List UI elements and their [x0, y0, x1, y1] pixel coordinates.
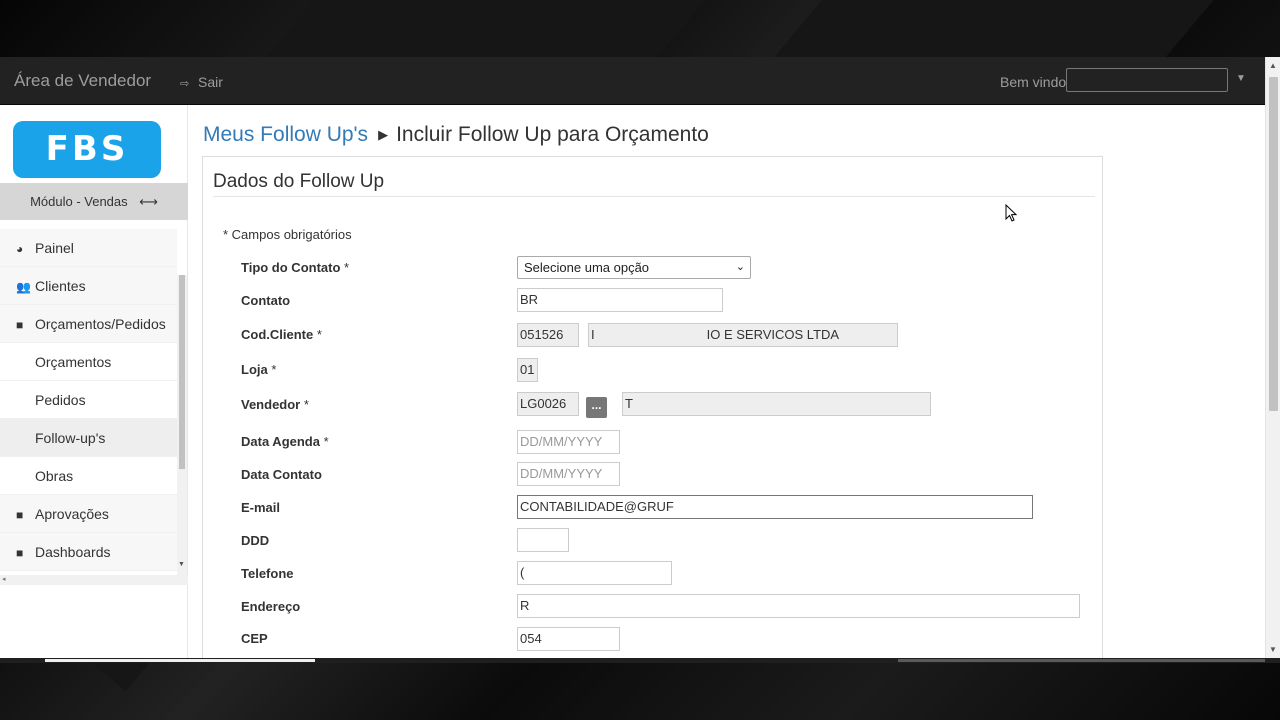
sidebar-item-clientes[interactable]: 👥 Clientes: [0, 267, 177, 305]
sidebar-item-label: Obras: [35, 468, 74, 484]
loja-label: Loja *: [241, 362, 276, 377]
fbs-logo: FBS: [13, 121, 161, 178]
sidebar-item-label: Dashboards: [35, 544, 111, 560]
page-scroll-thumb[interactable]: [1269, 77, 1278, 411]
sidebar-item-label: Pedidos: [35, 392, 86, 408]
sidebar-item-label: Orçamentos: [35, 354, 112, 370]
label-text: Loja: [241, 362, 268, 377]
sidebar-item-label: Orçamentos/Pedidos: [35, 316, 166, 332]
label-text: Cod.Cliente: [241, 327, 314, 342]
email-label: E-mail: [241, 500, 281, 515]
required-mark: *: [323, 434, 329, 449]
required-mark: *: [271, 362, 277, 377]
data-agenda-input[interactable]: DD/MM/YYYY: [517, 430, 620, 454]
sidebar-scrollbar[interactable]: ▼: [177, 275, 187, 575]
tipo-contato-label: Tipo do Contato *: [241, 260, 349, 275]
loja-input[interactable]: 01: [517, 358, 538, 382]
cep-input[interactable]: 054: [517, 627, 620, 651]
user-menu-caret-icon[interactable]: ▼: [1236, 73, 1246, 84]
scroll-down-icon[interactable]: ▼: [178, 561, 185, 568]
ddd-label: DDD: [241, 533, 270, 548]
required-mark: *: [303, 397, 309, 412]
select-value: Selecione uma opção: [524, 260, 650, 275]
sidebar-item-orcamentos[interactable]: Orçamentos: [0, 343, 177, 381]
vendedor-lookup-button[interactable]: ...: [586, 397, 607, 418]
data-contato-input[interactable]: DD/MM/YYYY: [517, 462, 620, 486]
taskbar-segment: [898, 659, 1265, 662]
breadcrumb-parent-link[interactable]: Meus Follow Up's: [203, 123, 368, 146]
ddd-input[interactable]: [517, 528, 569, 552]
sidebar-item-label: Aprovações: [35, 506, 109, 522]
endereco-input[interactable]: R: [517, 594, 1080, 618]
taskbar-segment: [45, 659, 315, 662]
mouse-cursor-icon: [1005, 204, 1018, 222]
telefone-input[interactable]: (: [517, 561, 672, 585]
dashboard-icon: ◕: [16, 242, 24, 256]
sidebar-item-dashboards[interactable]: ■ Dashboards: [0, 533, 177, 571]
sidebar-item-label: Follow-up's: [35, 430, 106, 446]
folder-icon: ■: [16, 508, 24, 522]
page-title: Incluir Follow Up para Orçamento: [396, 123, 709, 146]
name-prefix: I: [591, 327, 595, 342]
sidebar-item-pedidos[interactable]: Pedidos: [0, 381, 177, 419]
required-note: * Campos obrigatórios: [223, 227, 352, 242]
browser-window: Área de Vendedor ⇨ Sair Bem vindo, ▼ FBS …: [0, 57, 1280, 661]
name-text: IO E SERVICOS LTDA: [706, 327, 840, 342]
user-name-box[interactable]: [1066, 68, 1228, 92]
label-text: Vendedor: [241, 397, 301, 412]
required-mark: *: [316, 327, 322, 342]
page-scrollbar[interactable]: ▲ ▼: [1265, 57, 1280, 661]
module-toggle[interactable]: Módulo - Vendas ⟷: [0, 183, 188, 220]
module-label: Módulo - Vendas: [30, 194, 128, 209]
cod-cliente-input[interactable]: 051526: [517, 323, 579, 347]
cod-cliente-label: Cod.Cliente *: [241, 327, 322, 342]
sidebar-horizontal-scrollbar[interactable]: ◂: [0, 575, 188, 585]
folder-icon: ■: [16, 546, 24, 560]
app-brand[interactable]: Área de Vendedor: [14, 71, 151, 91]
email-input[interactable]: CONTABILIDADE@GRUF: [517, 495, 1033, 519]
sidebar-item-aprovacoes[interactable]: ■ Aprovações: [0, 495, 177, 533]
chevron-down-icon: ⌄: [735, 261, 745, 273]
sidebar-item-orcamentos-pedidos[interactable]: ■ Orçamentos/Pedidos: [0, 305, 177, 343]
vendedor-code-input[interactable]: LG0026: [517, 392, 579, 416]
data-agenda-label: Data Agenda *: [241, 434, 329, 449]
breadcrumb: Meus Follow Up's ▶ Incluir Follow Up para …: [203, 123, 709, 147]
contato-label: Contato: [241, 293, 291, 308]
sidebar-item-obras[interactable]: Obras: [0, 457, 177, 495]
required-mark: *: [344, 260, 350, 275]
logout-link[interactable]: ⇨ Sair: [180, 74, 223, 90]
sidebar-menu: ◕ Painel 👥 Clientes ■ Orçamentos/Pedidos Or…: [0, 229, 177, 575]
folder-icon: ■: [16, 318, 24, 332]
label-text: Tipo do Contato: [241, 260, 341, 275]
divider: [213, 196, 1095, 197]
sidebar-item-label: Painel: [35, 240, 74, 256]
top-navbar: Área de Vendedor ⇨ Sair Bem vindo, ▼: [0, 57, 1265, 105]
users-icon: 👥: [16, 280, 31, 294]
vendedor-label: Vendedor *: [241, 397, 309, 412]
sidebar-item-painel[interactable]: ◕ Painel: [0, 229, 177, 267]
sidebar-item-label: Clientes: [35, 278, 86, 294]
sidebar: FBS Módulo - Vendas ⟷ ◕ Painel 👥 Clientes …: [0, 105, 188, 661]
vendedor-name-input[interactable]: T: [622, 392, 931, 416]
welcome-label: Bem vindo,: [1000, 74, 1071, 90]
telefone-label: Telefone: [241, 566, 294, 581]
tipo-contato-select[interactable]: Selecione uma opção ⌄: [517, 256, 751, 279]
contato-input[interactable]: BR: [517, 288, 723, 312]
sign-out-icon: ⇨: [180, 78, 190, 90]
cep-label: CEP: [241, 631, 268, 646]
scroll-up-icon[interactable]: ▲: [1269, 61, 1277, 70]
sidebar-item-follow-ups[interactable]: Follow-up's: [0, 419, 177, 457]
scroll-left-icon[interactable]: ◂: [2, 575, 6, 583]
endereco-label: Endereço: [241, 599, 301, 614]
label-text: Data Agenda: [241, 434, 320, 449]
sidebar-scroll-thumb[interactable]: [179, 275, 185, 469]
logout-label: Sair: [198, 74, 223, 90]
taskbar-strip: [0, 658, 1280, 663]
caret-right-icon: ▶: [378, 127, 389, 142]
cliente-name-input[interactable]: I IO E SERVICOS LTDA: [588, 323, 898, 347]
panel-title: Dados do Follow Up: [213, 171, 385, 192]
arrows-h-icon: ⟷: [139, 194, 158, 209]
data-contato-label: Data Contato: [241, 467, 322, 482]
scroll-down-icon[interactable]: ▼: [1269, 645, 1277, 654]
